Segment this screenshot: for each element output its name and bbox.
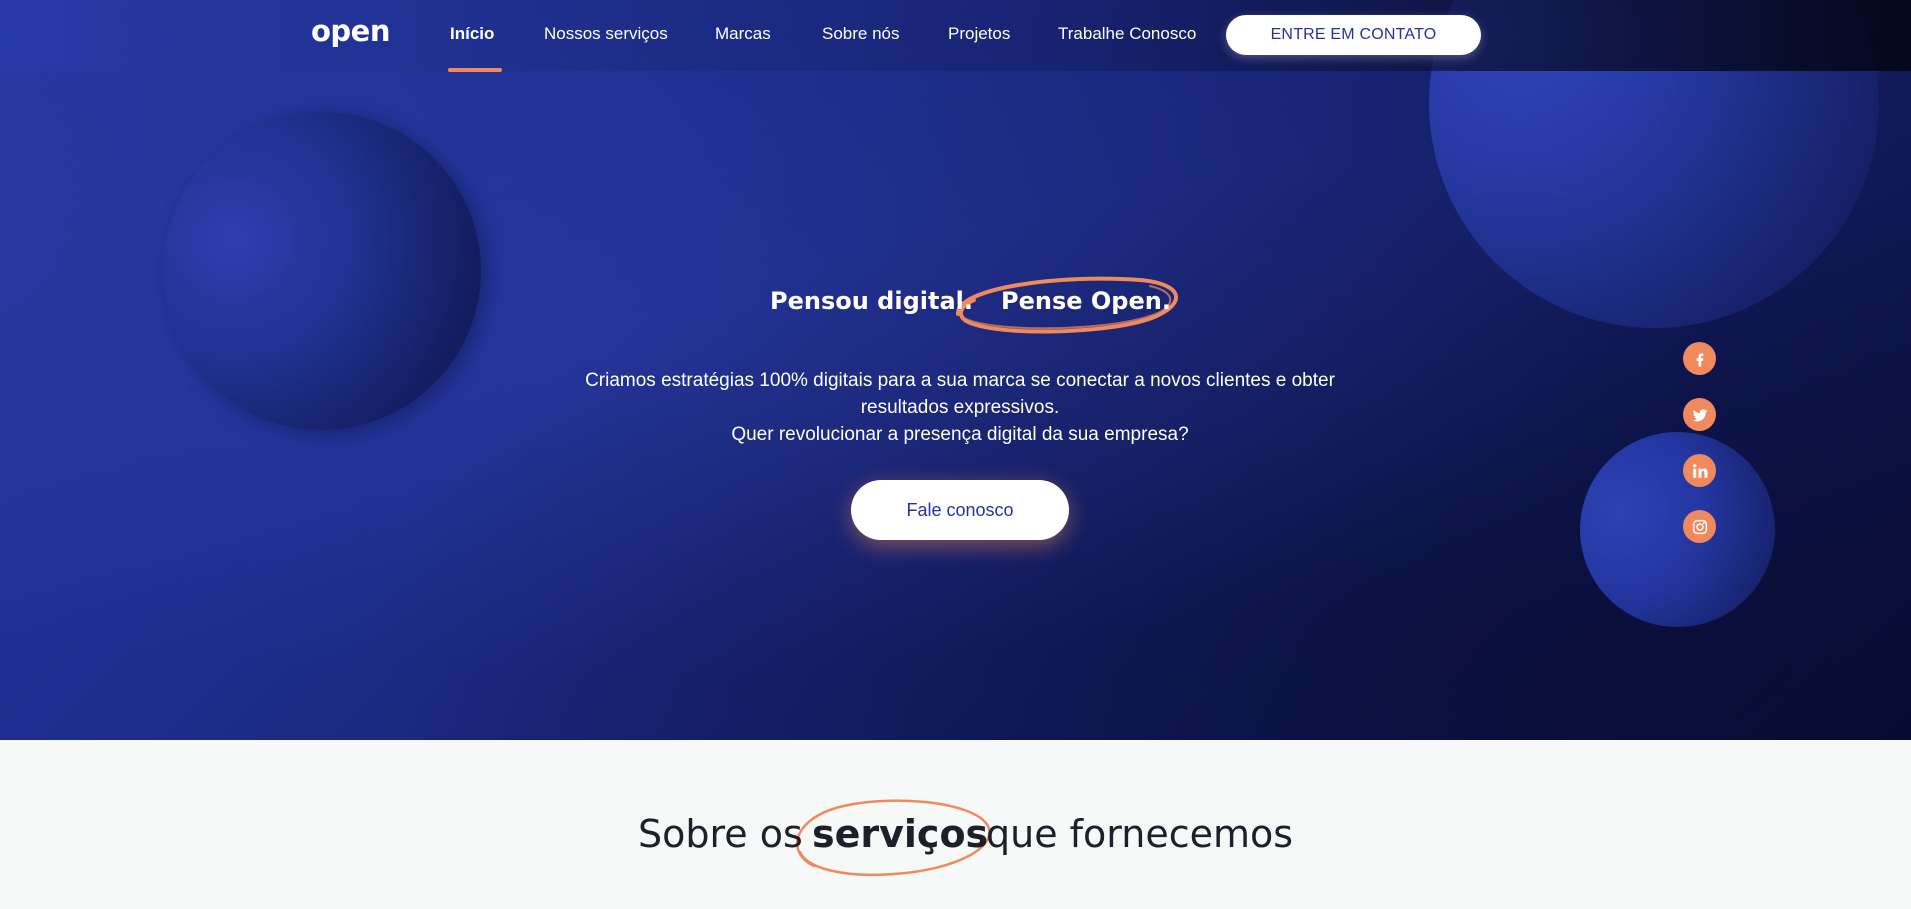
nav-item-nossos-servicos[interactable]: Nossos serviços (544, 24, 668, 44)
decorative-sphere-bottom-right (1580, 432, 1775, 627)
contact-cta-button[interactable]: ENTRE EM CONTATO (1226, 15, 1481, 55)
linkedin-link[interactable] (1683, 454, 1716, 487)
instagram-link[interactable] (1683, 510, 1716, 543)
headline-part-2: Pense Open. (1001, 287, 1171, 315)
nav-item-sobre-nos[interactable]: Sobre nós (822, 24, 900, 44)
hero-description: Criamos estratégias 100% digitais para a… (540, 367, 1380, 448)
hero-description-line: Criamos estratégias 100% digitais para a… (585, 370, 1335, 391)
facebook-link[interactable] (1683, 342, 1716, 375)
services-title-part-1: Sobre os (638, 812, 803, 856)
top-navbar: open Início Nossos serviços Marcas Sobre… (0, 0, 1911, 72)
decorative-sphere-left (163, 112, 481, 430)
hero-description-line: Quer revolucionar a presença digital da … (731, 424, 1189, 445)
twitter-icon (1692, 408, 1707, 421)
nav-item-trabalhe-conosco[interactable]: Trabalhe Conosco (1058, 24, 1196, 44)
twitter-link[interactable] (1683, 398, 1716, 431)
hero-description-line: resultados expressivos. (860, 397, 1060, 418)
headline-part-1: Pensou digital. (770, 287, 973, 315)
services-title: Sobre os serviços que fornecemos (0, 812, 1911, 872)
open-logo[interactable]: open (311, 14, 391, 48)
instagram-icon (1692, 519, 1707, 534)
services-title-part-2: que fornecemos (986, 812, 1294, 856)
active-nav-indicator (448, 68, 502, 72)
facebook-icon (1696, 352, 1703, 366)
nav-item-projetos[interactable]: Projetos (948, 24, 1010, 44)
linkedin-icon (1692, 463, 1707, 478)
fale-conosco-button[interactable]: Fale conosco (851, 480, 1069, 540)
hero-section: open Início Nossos serviços Marcas Sobre… (0, 0, 1911, 740)
nav-item-marcas[interactable]: Marcas (715, 24, 771, 44)
services-section: Sobre os serviços que fornecemos (0, 740, 1911, 909)
hero-headline: Pensou digital. Pense Open. (0, 287, 1911, 331)
nav-item-inicio[interactable]: Início (450, 24, 494, 44)
services-title-highlight: serviços (812, 812, 989, 856)
